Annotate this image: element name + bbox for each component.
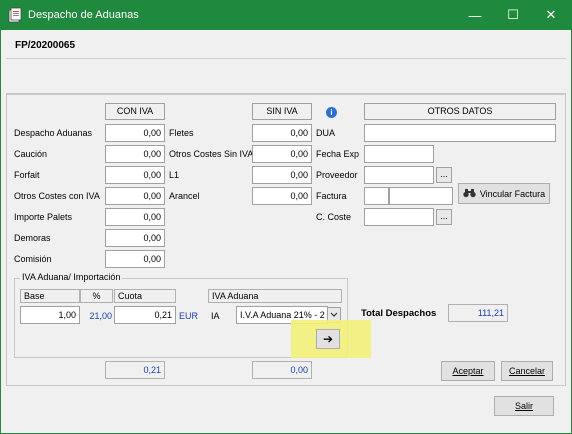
iva-aduana-group-title: IVA Aduana/ Importación [20, 272, 123, 282]
proveedor-field[interactable] [364, 166, 434, 184]
demoras-field[interactable]: 0,00 [105, 229, 165, 247]
fletes-field[interactable]: 0,00 [252, 124, 312, 142]
currency-label: EUR [179, 311, 199, 321]
otros-costes-con-iva-field[interactable]: 0,00 [105, 187, 165, 205]
minimize-icon: — [468, 7, 482, 23]
aceptar-button[interactable]: Aceptar [441, 361, 495, 381]
dua-label: DUA [316, 128, 336, 138]
otros-costes-con-iva-label: Otros Costes con IVA [14, 191, 100, 201]
apply-arrow-button[interactable]: ➔ [316, 329, 340, 349]
cuota-field[interactable]: 0,21 [114, 306, 176, 324]
caucion-field[interactable]: 0,00 [105, 145, 165, 163]
caucion-label: Caución [14, 149, 48, 159]
total-despachos-label: Total Despachos [361, 308, 437, 319]
l1-field[interactable]: 0,00 [252, 166, 312, 184]
cuota-header: Cuota [114, 289, 176, 303]
window-title: Despacho de Aduanas [28, 9, 139, 21]
record-id: FP/20200065 [15, 40, 76, 51]
proveedor-label: Proveedor [316, 170, 358, 180]
comision-field[interactable]: 0,00 [105, 250, 165, 268]
close-icon: ✕ [545, 7, 557, 22]
pct-value: 21,00 [89, 311, 112, 321]
app-icon [8, 7, 22, 23]
sin-iva-header: SIN IVA [252, 103, 312, 120]
comision-label: Comisión [14, 254, 52, 264]
base-header: Base [20, 289, 80, 303]
c-coste-label: C. Coste [316, 212, 352, 222]
close-button[interactable]: ✕ [532, 0, 570, 30]
header-panel [6, 34, 566, 94]
iva-code: IA [211, 311, 220, 321]
salir-button[interactable]: Salir [494, 396, 554, 416]
dua-field[interactable] [364, 124, 556, 142]
vincular-factura-label: Vincular Factura [479, 188, 546, 199]
arrow-right-icon: ➔ [322, 332, 334, 346]
iva-aduana-header: IVA Aduana [208, 289, 342, 303]
con-iva-total: 0,21 [105, 361, 165, 379]
con-iva-header: CON IVA [105, 103, 165, 120]
sin-iva-total: 0,00 [252, 361, 312, 379]
despacho-aduanas-field[interactable]: 0,00 [105, 124, 165, 142]
arancel-label: Arancel [169, 191, 200, 201]
maximize-button[interactable]: ☐ [494, 0, 532, 30]
c-coste-lookup-button[interactable]: ... [436, 209, 452, 225]
pct-header: % [80, 289, 113, 303]
fecha-exp-field[interactable] [364, 145, 434, 163]
info-icon[interactable]: i [326, 107, 337, 118]
forfait-field[interactable]: 0,00 [105, 166, 165, 184]
factura-number-field[interactable] [389, 187, 453, 205]
l1-label: L1 [169, 170, 180, 180]
otros-costes-sin-iva-label: Otros Costes Sin IVA [169, 149, 254, 159]
maximize-icon: ☐ [507, 7, 519, 22]
chevron-down-icon [330, 310, 338, 320]
base-field[interactable]: 1,00 [20, 306, 80, 324]
arancel-field[interactable]: 0,00 [252, 187, 312, 205]
otros-datos-header: OTROS DATOS [364, 103, 556, 120]
cancelar-button[interactable]: Cancelar [501, 361, 553, 381]
fletes-label: Fletes [169, 128, 194, 138]
proveedor-lookup-button[interactable]: ... [436, 167, 452, 183]
factura-label: Factura [316, 191, 347, 201]
otros-costes-sin-iva-field[interactable]: 0,00 [252, 145, 312, 163]
minimize-button[interactable]: — [456, 0, 494, 30]
c-coste-field[interactable] [364, 208, 434, 226]
importe-palets-field[interactable]: 0,00 [105, 208, 165, 226]
demoras-label: Demoras [14, 233, 51, 243]
header-divider [6, 58, 566, 59]
forfait-label: Forfait [14, 170, 40, 180]
fecha-exp-label: Fecha Exp [316, 149, 360, 159]
despacho-aduanas-label: Despacho Aduanas [14, 128, 93, 138]
importe-palets-label: Importe Palets [14, 212, 73, 222]
total-despachos-value: 111,21 [448, 304, 508, 322]
factura-series-field[interactable] [364, 187, 389, 205]
binoculars-icon [463, 188, 476, 200]
vincular-factura-button[interactable]: Vincular Factura [458, 183, 550, 204]
